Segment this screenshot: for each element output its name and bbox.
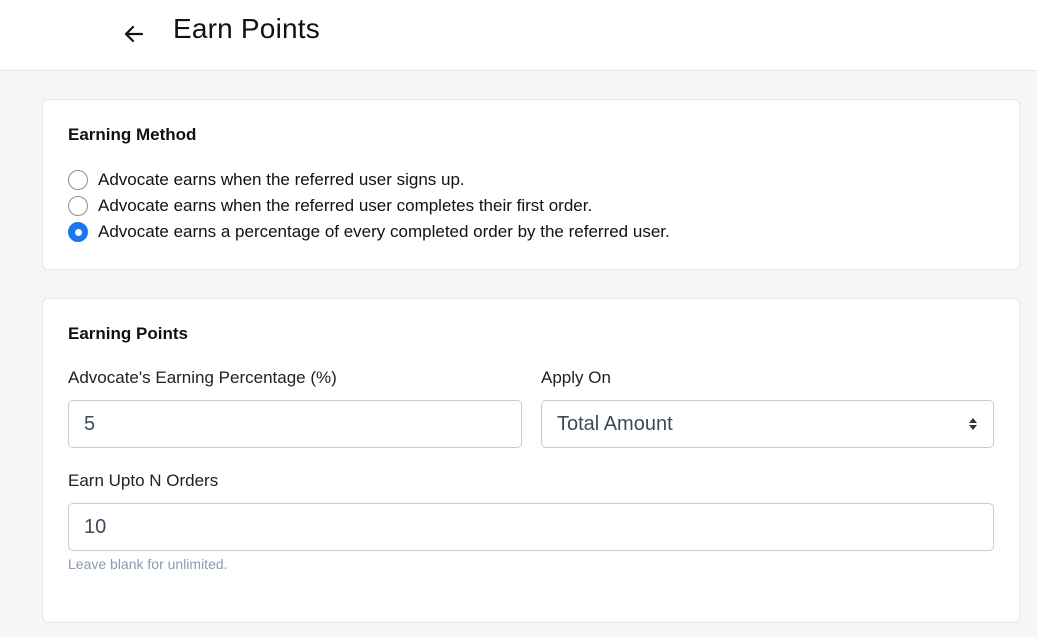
- earning-points-title: Earning Points: [68, 324, 188, 343]
- earning-points-card: Earning Points Advocate's Earning Percen…: [42, 298, 1020, 623]
- top-bar: Earn Points: [0, 0, 1037, 71]
- apply-on-selected-value: Total Amount: [557, 412, 673, 435]
- select-arrows-icon: [969, 418, 977, 430]
- page-title: Earn Points: [173, 13, 320, 44]
- earn-upto-orders-label: Earn Upto N Orders: [68, 471, 219, 490]
- apply-on-select[interactable]: Total Amount: [541, 400, 994, 448]
- radio-button[interactable]: [68, 196, 88, 216]
- radio-button[interactable]: [68, 170, 88, 190]
- radio-button-checked[interactable]: [68, 222, 88, 242]
- earning-percentage-input[interactable]: [68, 400, 522, 448]
- earning-method-option-signup[interactable]: Advocate earns when the referred user si…: [68, 169, 465, 191]
- arrow-left-icon: [124, 25, 144, 43]
- back-button[interactable]: [120, 20, 148, 48]
- earning-method-option-percentage[interactable]: Advocate earns a percentage of every com…: [68, 221, 670, 243]
- apply-on-label: Apply On: [541, 368, 611, 387]
- earn-upto-orders-help: Leave blank for unlimited.: [68, 556, 228, 572]
- earning-percentage-label: Advocate's Earning Percentage (%): [68, 368, 337, 387]
- radio-label: Advocate earns a percentage of every com…: [98, 222, 670, 241]
- earn-upto-orders-input[interactable]: [68, 503, 994, 551]
- earning-method-title: Earning Method: [68, 125, 197, 144]
- radio-label: Advocate earns when the referred user si…: [98, 170, 465, 189]
- earning-method-card: Earning Method Advocate earns when the r…: [42, 99, 1020, 270]
- radio-label: Advocate earns when the referred user co…: [98, 196, 593, 215]
- earning-method-option-first-order[interactable]: Advocate earns when the referred user co…: [68, 195, 592, 217]
